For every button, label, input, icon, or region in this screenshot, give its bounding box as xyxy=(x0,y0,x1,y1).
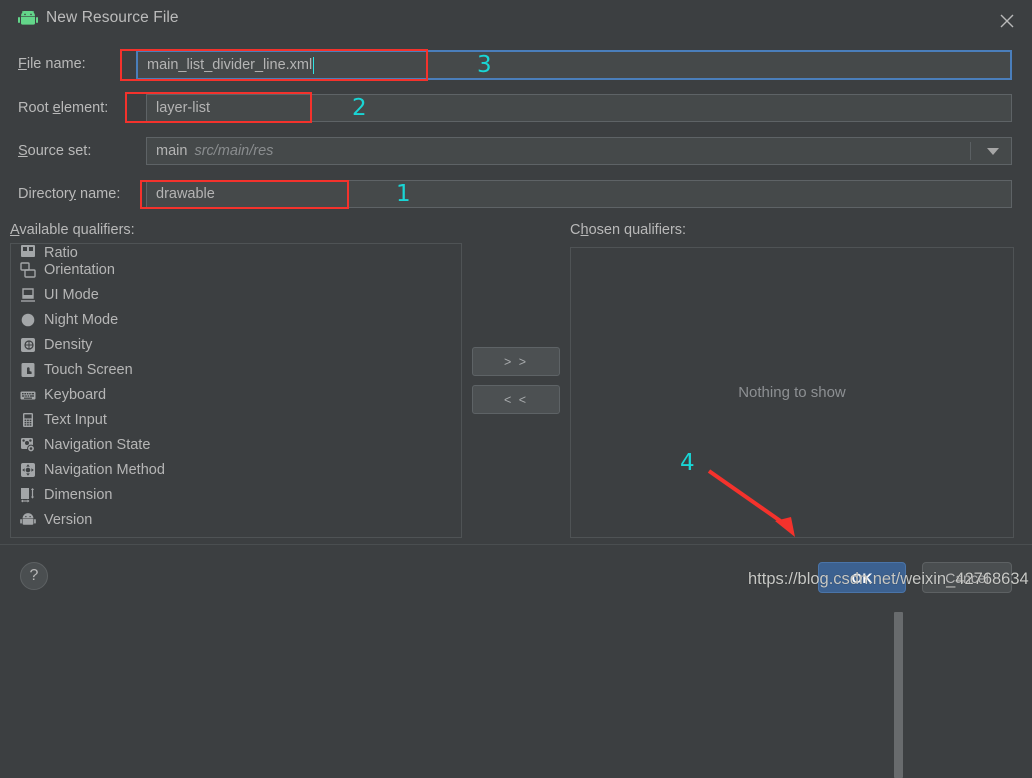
directory-name-field[interactable]: drawable xyxy=(146,180,1012,208)
qualifier-list-item[interactable]: Navigation State xyxy=(11,432,461,457)
qualifier-list-item-label: Text Input xyxy=(44,411,107,428)
available-qualifiers-label: Available qualifiers: xyxy=(10,222,135,238)
scrollbar-thumb[interactable] xyxy=(894,612,903,778)
qualifier-list-item-label: Dimension xyxy=(44,486,113,503)
window-title: New Resource File xyxy=(46,9,179,26)
chosen-qualifiers-label: Chosen qualifiers: xyxy=(570,222,687,238)
file-name-field[interactable]: main_list_divider_line.xml xyxy=(136,50,1012,80)
source-set-path: src/main/res xyxy=(194,143,274,159)
version-android-icon xyxy=(19,511,37,529)
navigation-state-icon xyxy=(19,436,37,454)
available-list-scrollbar[interactable] xyxy=(446,244,903,778)
qualifier-list-item-label: Orientation xyxy=(44,261,115,278)
qualifier-list-item[interactable]: Orientation xyxy=(11,257,461,282)
qualifier-list-item[interactable]: UI Mode xyxy=(11,282,461,307)
qualifier-list-item-label: Navigation State xyxy=(44,436,151,453)
chosen-qualifiers-list[interactable]: Nothing to show xyxy=(570,247,1014,538)
qualifier-list-item-label: Navigation Method xyxy=(44,461,165,478)
qualifier-list-item-label: Touch Screen xyxy=(44,361,133,378)
available-qualifiers-list[interactable]: Ratio Orientation UI Mode Night Mode Density… xyxy=(10,243,462,538)
source-set-value: main xyxy=(156,143,188,159)
qualifier-list-item[interactable]: Ratio xyxy=(11,244,461,257)
qualifier-list-item[interactable]: Night Mode xyxy=(11,307,461,332)
combobox-separator xyxy=(970,142,971,160)
close-icon[interactable] xyxy=(990,6,1024,34)
add-qualifier-button[interactable]: > > xyxy=(472,347,560,376)
qualifier-list-item[interactable]: Keyboard xyxy=(11,382,461,407)
text-input-icon xyxy=(19,411,37,429)
file-name-label: File name: xyxy=(18,56,86,72)
touch-screen-icon xyxy=(19,361,37,379)
ratio-icon xyxy=(19,244,37,257)
directory-name-value: drawable xyxy=(156,186,215,202)
qualifier-list-item[interactable]: Version xyxy=(11,507,461,532)
qualifier-list-item[interactable]: Text Input xyxy=(11,407,461,432)
qualifier-list-item-label: UI Mode xyxy=(44,286,99,303)
root-element-label: Root element: xyxy=(18,100,109,116)
density-icon xyxy=(19,336,37,354)
empty-state-text: Nothing to show xyxy=(738,384,846,401)
root-element-field[interactable]: layer-list xyxy=(146,94,1012,122)
source-set-combobox[interactable]: main src/main/res xyxy=(146,137,1012,165)
qualifier-list-item-label: Ratio xyxy=(44,245,78,257)
text-caret xyxy=(313,56,315,74)
cancel-button[interactable]: Cancel xyxy=(922,562,1012,593)
android-robot-icon xyxy=(18,9,38,27)
qualifier-list-item[interactable]: Navigation Method xyxy=(11,457,461,482)
qualifier-list-item-label: Night Mode xyxy=(44,311,119,328)
ok-button[interactable]: OK xyxy=(818,562,906,593)
window-title-bar: New Resource File xyxy=(0,0,1032,38)
night-mode-icon xyxy=(19,311,37,329)
help-button[interactable]: ? xyxy=(20,562,48,590)
orientation-icon xyxy=(19,261,37,279)
qualifier-list-item-label: Keyboard xyxy=(44,386,107,403)
dimension-icon xyxy=(19,486,37,504)
qualifier-list-item[interactable]: Touch Screen xyxy=(11,357,461,382)
keyboard-icon xyxy=(19,386,37,404)
qualifier-list-item-label: Density xyxy=(44,336,93,353)
qualifier-list-item[interactable]: Dimension xyxy=(11,482,461,507)
qualifier-list-item[interactable]: Density xyxy=(11,332,461,357)
ui-mode-icon xyxy=(19,286,37,304)
footer-divider xyxy=(0,544,1032,545)
navigation-method-icon xyxy=(19,461,37,479)
qualifier-list-item-label: Version xyxy=(44,511,93,528)
file-name-value: main_list_divider_line.xml xyxy=(147,57,313,73)
root-element-value: layer-list xyxy=(156,100,210,116)
source-set-label: Source set: xyxy=(18,143,92,159)
remove-qualifier-button[interactable]: < < xyxy=(472,385,560,414)
chevron-down-icon[interactable] xyxy=(987,148,999,155)
directory-name-label: Directory name: xyxy=(18,186,121,202)
